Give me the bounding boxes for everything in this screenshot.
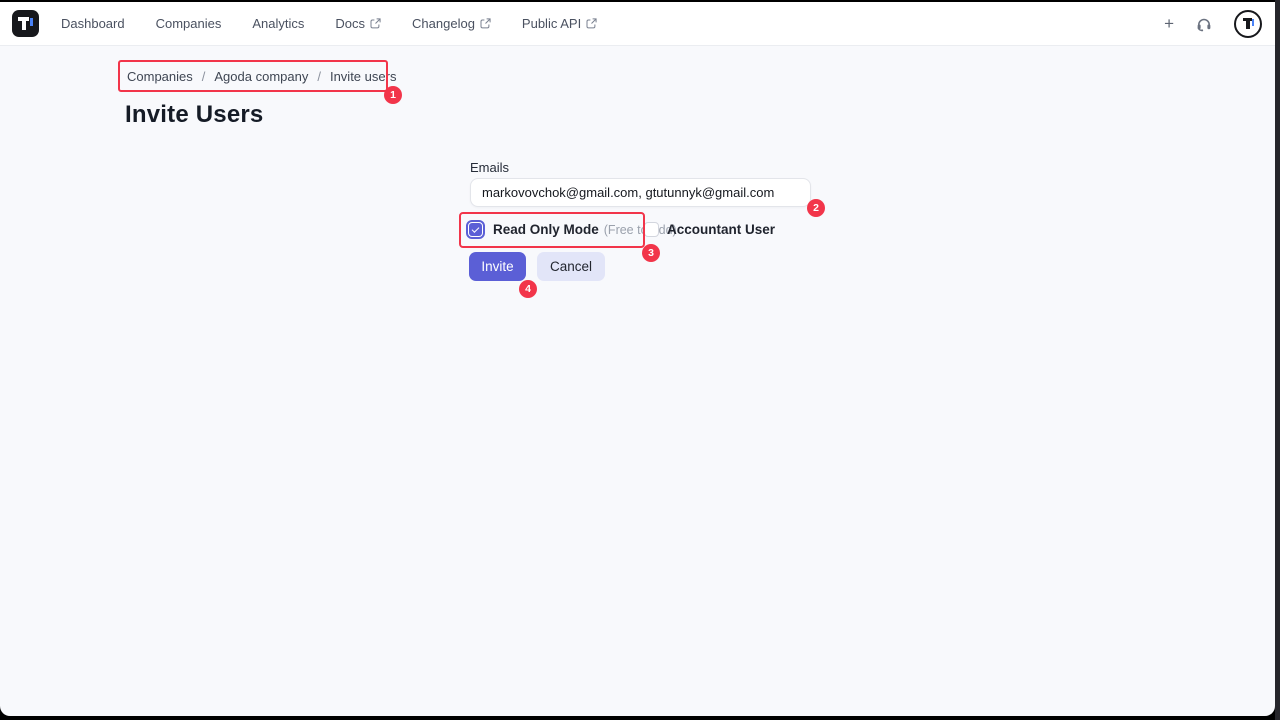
breadcrumb-separator: / (317, 69, 321, 84)
nav-links: Dashboard Companies Analytics Docs Chang… (61, 16, 597, 31)
logo-t-icon (12, 10, 39, 37)
breadcrumb-invite-users[interactable]: Invite users (330, 69, 396, 84)
screen-right-edge (1275, 0, 1280, 720)
nav-item-analytics[interactable]: Analytics (252, 16, 304, 31)
top-nav-bar: Dashboard Companies Analytics Docs Chang… (0, 2, 1275, 46)
read-only-mode-checkbox[interactable] (466, 220, 485, 239)
accountant-user-label: Accountant User (667, 222, 776, 237)
emails-label: Emails (470, 160, 510, 175)
accountant-user-option[interactable]: Accountant User (644, 222, 775, 237)
breadcrumb-agoda-company[interactable]: Agoda company (214, 69, 308, 84)
external-link-icon (480, 18, 491, 29)
annotation-badge-1: 1 (384, 86, 402, 104)
emails-input[interactable] (470, 178, 811, 207)
accountant-user-checkbox[interactable] (644, 222, 659, 237)
page-title: Invite Users (125, 101, 264, 128)
checkmark-icon (469, 223, 482, 236)
nav-item-public-api[interactable]: Public API (522, 16, 597, 31)
annotation-badge-4: 4 (519, 280, 537, 298)
nav-item-companies[interactable]: Companies (156, 16, 222, 31)
app-logo[interactable] (12, 10, 39, 37)
avatar-t-icon (1236, 12, 1260, 36)
app-window: Dashboard Companies Analytics Docs Chang… (0, 2, 1275, 716)
nav-item-changelog[interactable]: Changelog (412, 16, 491, 31)
add-icon[interactable]: + (1164, 15, 1174, 32)
invite-button[interactable]: Invite (469, 252, 526, 281)
annotation-badge-3: 3 (642, 244, 660, 262)
nav-item-dashboard[interactable]: Dashboard (61, 16, 125, 31)
external-link-icon (586, 18, 597, 29)
topbar-actions: + (1164, 9, 1262, 38)
breadcrumb-separator: / (201, 69, 206, 84)
external-link-icon (370, 18, 381, 29)
support-headset-icon[interactable] (1195, 15, 1213, 33)
nav-item-docs[interactable]: Docs (335, 16, 381, 31)
breadcrumb: Companies / Agoda company / Invite users (127, 69, 396, 84)
user-avatar[interactable] (1234, 9, 1262, 38)
cancel-button[interactable]: Cancel (537, 252, 605, 281)
read-only-mode-label: Read Only Mode (493, 222, 599, 237)
breadcrumb-companies[interactable]: Companies (127, 69, 193, 84)
